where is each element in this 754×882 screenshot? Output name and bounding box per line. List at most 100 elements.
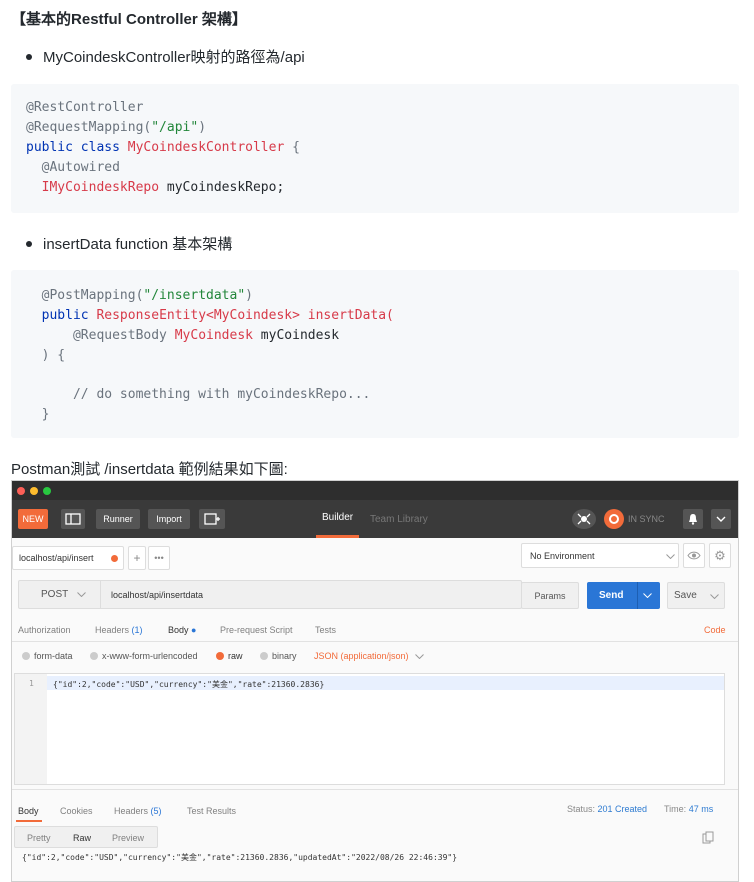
resp-tab-headers[interactable]: Headers (5) — [114, 806, 162, 816]
send-label: Send — [599, 590, 624, 601]
minimize-window-dot[interactable] — [30, 487, 38, 495]
response-time: Time: 47 ms — [664, 804, 714, 814]
resp-tab-test-results[interactable]: Test Results — [187, 806, 236, 816]
view-preview[interactable]: Preview — [112, 833, 144, 843]
bell-icon — [689, 514, 697, 525]
code-line: @Autowired — [26, 160, 120, 175]
manage-environments-button[interactable]: ⚙ — [709, 543, 731, 568]
heading-bold: Restful Controller — [71, 11, 198, 28]
tab-pre-request-script[interactable]: Pre-request Script — [220, 625, 293, 635]
chevron-down-icon — [643, 593, 652, 598]
tab-team-library[interactable]: Team Library — [370, 500, 428, 538]
runner-button[interactable]: Runner — [96, 509, 140, 529]
sync-icon[interactable] — [604, 509, 624, 529]
menu-dropdown-button[interactable] — [711, 509, 731, 529]
tab-tests[interactable]: Tests — [315, 625, 336, 635]
new-button[interactable]: NEW — [18, 509, 48, 529]
bullet-dot — [26, 53, 32, 60]
resp-tab-cookies[interactable]: Cookies — [60, 806, 93, 816]
url-input[interactable]: localhost/api/insertdata — [111, 590, 203, 600]
code-line: @RequestBody MyCoindesk myCoindesk — [26, 328, 340, 343]
gear-icon: ⚙ — [714, 547, 726, 563]
request-body-text: {"id":2,"code":"USD","currency":"美金","ra… — [53, 680, 325, 689]
eye-icon — [687, 551, 701, 560]
radio-urlencoded[interactable]: x-www-form-urlencoded — [90, 651, 198, 661]
add-tab-button[interactable]: + — [128, 546, 146, 570]
chevron-down-icon — [77, 592, 86, 597]
view-raw[interactable]: Raw — [73, 833, 91, 843]
environment-select[interactable]: No Environment — [521, 543, 679, 568]
import-button[interactable]: Import — [148, 509, 190, 529]
code-line: @RestController — [26, 100, 144, 115]
code-line: ) { — [26, 348, 66, 363]
copy-response-button[interactable] — [702, 831, 714, 849]
plus-icon: + — [133, 551, 141, 565]
active-tab-underline — [16, 820, 42, 822]
request-tab-label: localhost/api/insert — [19, 553, 94, 563]
params-button[interactable]: Params — [521, 582, 579, 609]
code-block-controller: @RestController @RequestMapping("/api") … — [11, 84, 739, 213]
response-body-text: {"id":2,"code":"USD","currency":"美金","ra… — [22, 853, 458, 862]
postman-caption: Postman測試 /insertdata 範例結果如下圖: — [11, 461, 288, 478]
send-button[interactable]: Send — [587, 582, 660, 609]
tab-headers[interactable]: Headers (1) — [95, 625, 143, 635]
response-status: Status: 201 Created — [567, 804, 648, 814]
bullet-item-2: insertData function 基本架構 — [26, 233, 232, 254]
code-line: IMyCoindeskRepo myCoindeskRepo; — [26, 180, 285, 195]
resp-tab-body[interactable]: Body — [18, 806, 39, 816]
maximize-window-dot[interactable] — [43, 487, 51, 495]
tab-body[interactable]: Body ● — [168, 625, 196, 635]
copy-icon — [702, 831, 714, 844]
sync-status: IN SYNC — [628, 514, 665, 524]
radio-raw[interactable]: raw — [216, 651, 243, 661]
code-line: } — [26, 407, 50, 422]
line-number: 1 — [29, 679, 34, 688]
window-titlebar — [12, 481, 738, 500]
params-label: Params — [534, 590, 566, 601]
heading-prefix: 【基本的 — [11, 11, 72, 28]
postman-screenshot: NEW Runner Import Builder Team Library I… — [11, 480, 739, 882]
save-button[interactable]: Save — [667, 582, 725, 609]
code-line: @RequestMapping("/api") — [26, 120, 207, 135]
content-type-select[interactable]: JSON (application/json) — [314, 651, 424, 661]
close-window-dot[interactable] — [17, 487, 25, 495]
sidebar-toggle-button[interactable] — [61, 509, 85, 529]
chevron-down-icon — [710, 594, 719, 599]
chevron-down-icon — [716, 516, 726, 522]
code-block-insertdata: @PostMapping("/insertdata") public Respo… — [11, 270, 739, 438]
notifications-button[interactable] — [683, 509, 703, 529]
save-label: Save — [674, 590, 697, 601]
interceptor-button[interactable] — [572, 509, 596, 529]
unsaved-dot — [111, 555, 118, 562]
tab-authorization[interactable]: Authorization — [18, 625, 71, 635]
method-select[interactable]: POST — [19, 581, 101, 608]
method-value: POST — [41, 589, 69, 600]
request-body-editor[interactable]: 1 {"id":2,"code":"USD","currency":"美金","… — [14, 673, 725, 785]
chevron-down-icon — [414, 653, 424, 659]
environment-value: No Environment — [530, 550, 595, 561]
view-pretty[interactable]: Pretty — [27, 833, 51, 843]
view-mode-selector: Pretty Raw Preview — [14, 826, 158, 848]
code-line: public ResponseEntity<MyCoindesk> insert… — [26, 308, 394, 323]
radio-binary[interactable]: binary — [260, 651, 297, 661]
generate-code-link[interactable]: Code — [704, 625, 726, 635]
request-tab[interactable]: localhost/api/insert — [12, 546, 124, 570]
environment-quick-look-button[interactable] — [683, 543, 705, 568]
new-window-icon — [204, 513, 220, 525]
code-line: @PostMapping("/insertdata") — [26, 288, 253, 303]
url-bar: POST localhost/api/insertdata — [18, 580, 522, 609]
bullet-2-text: insertData function 基本架構 — [43, 236, 233, 253]
ellipsis-icon: ••• — [154, 553, 164, 563]
code-comment: // do something with myCoindeskRepo... — [26, 387, 371, 402]
radio-form-data[interactable]: form-data — [22, 651, 73, 661]
postman-toolbar: NEW Runner Import Builder Team Library I… — [12, 500, 738, 538]
tab-builder[interactable]: Builder — [316, 500, 360, 538]
new-window-button[interactable] — [199, 509, 225, 529]
bullet-1-text: MyCoindeskController映射的路徑為/api — [43, 49, 305, 66]
sidebar-icon — [65, 513, 81, 525]
bullet-dot — [26, 240, 32, 247]
satellite-icon — [577, 513, 591, 525]
more-tabs-button[interactable]: ••• — [148, 546, 170, 570]
code-line: public class MyCoindeskController { — [26, 140, 300, 155]
bullet-item-1: MyCoindeskController映射的路徑為/api — [26, 46, 305, 67]
